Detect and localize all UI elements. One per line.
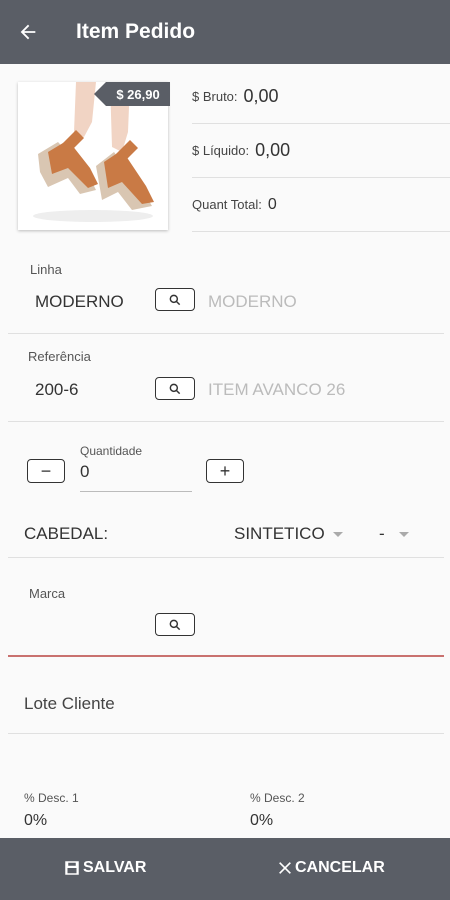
lote-cliente-input[interactable]: Lote Cliente xyxy=(24,694,115,714)
quant-total-label: Quant Total: xyxy=(192,197,262,212)
chevron-down-icon xyxy=(398,531,409,537)
save-button[interactable]: SALVAR xyxy=(63,859,146,877)
divider xyxy=(8,733,444,734)
linha-input[interactable]: MODERNO xyxy=(35,292,124,312)
linha-search-button[interactable] xyxy=(155,288,195,311)
cancel-label: CANCELAR xyxy=(295,859,385,876)
search-icon xyxy=(169,619,181,630)
bottom-action-bar: SALVAR CANCELAR xyxy=(0,838,450,900)
desc1-label: % Desc. 1 xyxy=(24,791,79,805)
bruto-value: 0,00 xyxy=(243,86,279,106)
divider xyxy=(8,557,444,558)
linha-label: Linha xyxy=(30,262,62,277)
desc1-input[interactable]: 0% xyxy=(24,812,47,830)
decrease-quantity-button[interactable]: − xyxy=(27,459,65,483)
cabedal-color-value: - xyxy=(379,524,385,543)
cabedal-material-select[interactable]: SINTETICO xyxy=(234,524,343,544)
referencia-description: ITEM AVANCO 26 xyxy=(208,380,346,399)
divider xyxy=(8,333,444,334)
desc2-label: % Desc. 2 xyxy=(250,791,305,805)
referencia-search-button[interactable] xyxy=(155,377,195,400)
page-title: Item Pedido xyxy=(76,20,196,43)
back-button[interactable] xyxy=(0,0,56,64)
search-icon xyxy=(169,294,181,305)
cabedal-color-select[interactable]: - xyxy=(379,524,409,544)
desc2-input[interactable]: 0% xyxy=(250,812,273,830)
cabedal-label: CABEDAL: xyxy=(24,524,109,543)
close-icon xyxy=(279,862,291,874)
app-bar: Item Pedido xyxy=(0,0,450,64)
arrow-left-icon xyxy=(20,24,36,40)
search-icon xyxy=(169,383,181,394)
quantidade-input[interactable]: 0 xyxy=(80,462,89,482)
liquido-row: $ Líquido: 0,00 xyxy=(192,124,450,178)
liquido-value: 0,00 xyxy=(255,140,291,160)
referencia-label: Referência xyxy=(28,349,91,364)
increase-quantity-button[interactable]: + xyxy=(206,459,244,483)
marca-error-underline xyxy=(8,655,444,657)
cabedal-material-value: SINTETICO xyxy=(234,524,325,543)
quant-total-row: Quant Total: 0 xyxy=(192,178,450,232)
marca-label: Marca xyxy=(29,586,66,601)
quantidade-label: Quantidade xyxy=(80,444,143,458)
liquido-label: $ Líquido: xyxy=(192,143,250,158)
cancel-button[interactable]: CANCELAR xyxy=(277,859,385,877)
marca-search-button[interactable] xyxy=(155,613,195,636)
referencia-input[interactable]: 200-6 xyxy=(35,380,78,400)
price-tag: $ 26,90 xyxy=(94,82,170,106)
linha-description: MODERNO xyxy=(208,292,297,311)
save-label: SALVAR xyxy=(83,859,147,876)
divider xyxy=(8,421,444,422)
save-icon xyxy=(65,861,79,875)
bruto-label: $ Bruto: xyxy=(192,89,238,104)
chevron-down-icon xyxy=(332,531,343,537)
bruto-row: $ Bruto: 0,00 xyxy=(192,70,450,124)
quant-total-value: 0 xyxy=(267,195,277,213)
quantidade-underline xyxy=(80,491,192,492)
